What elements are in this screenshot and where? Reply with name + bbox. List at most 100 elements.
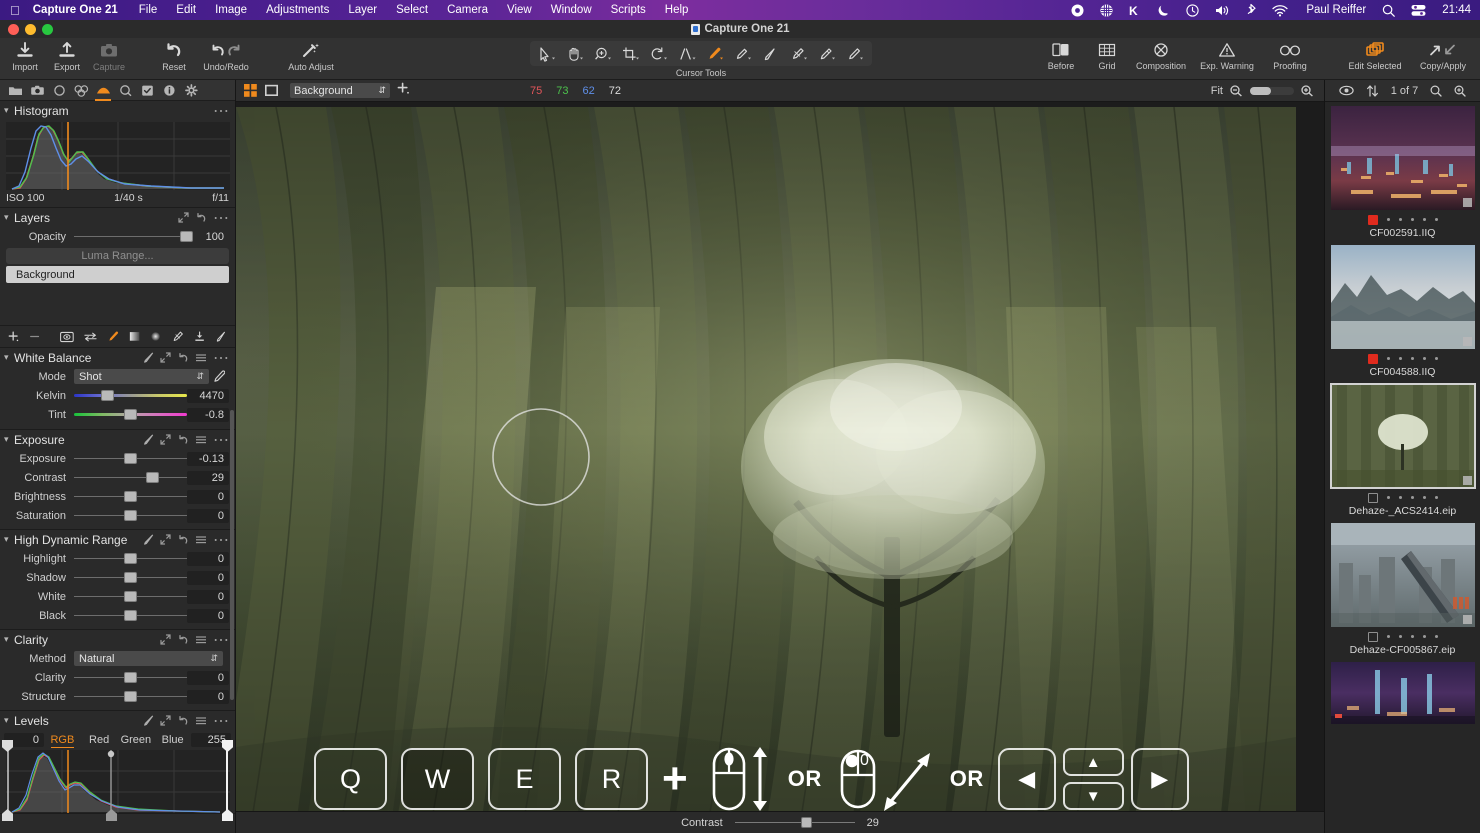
keystone-tool[interactable] [673, 43, 701, 64]
add-layer-icon[interactable] [8, 330, 19, 343]
levels-menu-icon[interactable]: ⋯ [213, 711, 229, 731]
brightness-slider[interactable] [74, 491, 187, 503]
undo-redo-button[interactable]: Undo/Redo [195, 38, 257, 72]
levels-tab-green[interactable]: Green [118, 730, 155, 750]
color-tag[interactable] [1367, 214, 1378, 225]
chevron-down-icon[interactable]: ▾ [4, 434, 14, 445]
white-balance-menu-icon[interactable]: ⋯ [213, 348, 229, 368]
tool-tab-details[interactable] [114, 80, 136, 101]
levels-graph[interactable] [2, 740, 233, 821]
left-panel-scrollbar[interactable] [230, 410, 234, 700]
thumbnail-image[interactable] [1331, 106, 1475, 210]
wb-kelvin-slider[interactable] [74, 390, 187, 402]
wb-mode-select[interactable]: Shot ⇵ [74, 369, 209, 384]
menu-item-file[interactable]: File [139, 4, 158, 16]
rating-dot[interactable] [1410, 496, 1414, 499]
tool-tab-color[interactable] [70, 80, 92, 101]
rating-dot[interactable] [1410, 357, 1414, 360]
sort-icon[interactable] [1366, 84, 1379, 97]
opacity-value[interactable]: 100 [187, 230, 229, 244]
zoom-loupe-tool[interactable] [589, 43, 617, 64]
search-icon[interactable] [1382, 4, 1396, 17]
reset-icon[interactable] [195, 212, 207, 223]
tool-tab-output[interactable] [180, 80, 202, 101]
clarity-header[interactable]: ▾ Clarity ⋯ [0, 630, 235, 649]
saturation-slider[interactable] [74, 510, 187, 522]
expand-icon[interactable] [160, 534, 171, 545]
reset-icon[interactable] [177, 634, 189, 645]
layer-item-background[interactable]: Background [6, 266, 229, 283]
presets-icon[interactable] [195, 352, 207, 363]
reset-icon[interactable] [177, 534, 189, 545]
menu-item-window[interactable]: Window [551, 4, 592, 16]
grid-button[interactable]: Grid [1084, 38, 1130, 71]
thumbnail-image-selected[interactable] [1330, 383, 1476, 489]
erase-mask-tool[interactable] [785, 43, 813, 64]
chevron-down-icon[interactable]: ▾ [4, 212, 14, 223]
viewer-add-layer-icon[interactable] [397, 82, 410, 100]
radial-gradient-icon[interactable] [150, 330, 161, 343]
grid-view-icon[interactable] [244, 84, 257, 97]
luma-range-button[interactable]: Luma Range... [6, 248, 229, 264]
expand-icon[interactable] [160, 352, 171, 363]
window-controls[interactable] [8, 24, 53, 35]
viewer-layer-select[interactable]: Background ⇵ [290, 83, 390, 98]
capture-button[interactable]: Capture [88, 38, 130, 72]
menu-item-help[interactable]: Help [665, 4, 689, 16]
menu-item-layer[interactable]: Layer [348, 4, 377, 16]
histogram-menu-icon[interactable]: ⋯ [213, 101, 229, 121]
chevron-down-icon[interactable]: ▾ [4, 634, 14, 645]
menu-item-select[interactable]: Select [396, 4, 428, 16]
black-slider[interactable] [74, 610, 187, 622]
levels-tab-rgb[interactable]: RGB [44, 730, 81, 750]
heal-brush-tool[interactable] [841, 43, 869, 64]
export-button[interactable]: Export [46, 38, 88, 72]
tool-tab-exposure[interactable] [92, 80, 114, 101]
rating-dot[interactable] [1398, 218, 1402, 221]
reset-icon[interactable] [177, 715, 189, 726]
highlight-value[interactable]: 0 [187, 551, 229, 566]
white-balance-header[interactable]: ▾ White Balance ⋯ [0, 348, 235, 367]
chevron-down-icon[interactable]: ▾ [4, 105, 14, 116]
moon-icon[interactable] [1157, 4, 1170, 17]
erase-mask-icon[interactable] [172, 330, 184, 343]
browser-thumbnail-4[interactable]: Dehaze-CF005867.eip [1325, 519, 1480, 658]
reset-icon[interactable] [177, 352, 189, 363]
pen-icon[interactable] [143, 434, 154, 445]
rating-dot[interactable] [1386, 496, 1390, 499]
tool-tab-adjustments[interactable] [136, 80, 158, 101]
composition-button[interactable]: Composition [1130, 38, 1192, 71]
spot-removal-tool[interactable] [729, 43, 757, 64]
thumbnail-image[interactable] [1331, 523, 1475, 627]
draw-mask-tool[interactable] [757, 43, 785, 64]
zoom-icon[interactable] [1454, 84, 1466, 97]
tool-tab-library[interactable] [4, 80, 26, 101]
exposure-slider[interactable] [74, 453, 187, 465]
wb-tint-value[interactable]: -0.8 [187, 407, 229, 422]
rating-dot[interactable] [1434, 218, 1438, 221]
contrast-slider[interactable] [74, 472, 187, 484]
clarity-method-select[interactable]: Natural ⇵ [74, 651, 223, 666]
invert-mask-icon[interactable] [84, 331, 97, 343]
rating-dot[interactable] [1422, 357, 1426, 360]
chevron-down-icon[interactable]: ▾ [4, 534, 14, 545]
zoom-slider[interactable] [1250, 86, 1294, 95]
preview-image[interactable] [236, 107, 1296, 825]
saturation-value[interactable]: 0 [187, 508, 229, 523]
wifi-icon[interactable] [1272, 4, 1288, 17]
color-tag[interactable] [1367, 492, 1378, 503]
rating-dot[interactable] [1434, 635, 1438, 638]
structure-value[interactable]: 0 [187, 689, 229, 704]
histogram-header[interactable]: ▾ Histogram ⋯ [0, 101, 235, 120]
status-adjustment-slider[interactable] [734, 817, 855, 828]
record-icon[interactable] [1071, 4, 1084, 17]
thumbnail-image[interactable] [1331, 245, 1475, 349]
before-after-button[interactable]: Before [1038, 38, 1084, 71]
single-view-icon[interactable] [265, 84, 278, 97]
tool-tab-lens[interactable] [48, 80, 70, 101]
expand-icon[interactable] [160, 634, 171, 645]
zoom-in-icon[interactable] [1301, 84, 1314, 97]
chevron-down-icon[interactable]: ▾ [4, 715, 14, 726]
rating-dot[interactable] [1434, 496, 1438, 499]
menu-bar-clock[interactable]: 21:44 [1442, 4, 1471, 16]
